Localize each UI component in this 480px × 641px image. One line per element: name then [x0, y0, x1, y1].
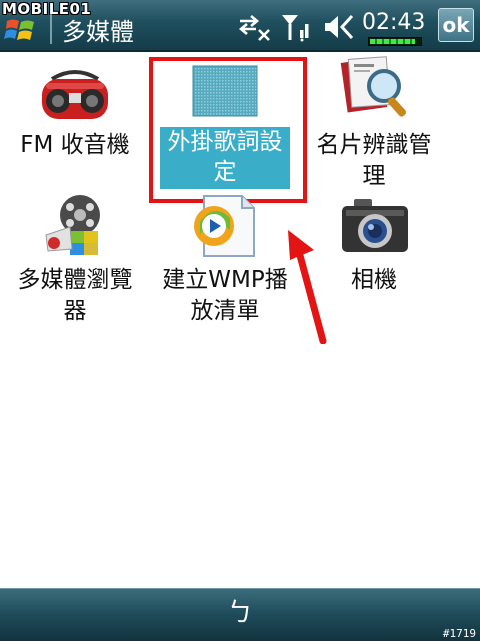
volume-icon[interactable] — [322, 12, 356, 42]
annotation-arrow — [288, 230, 327, 344]
item-business-card[interactable]: 名片辨識管 理 — [306, 130, 442, 192]
title-bar: MOBILE01 多媒體 02:43 ok — [0, 0, 480, 52]
annotation-red-box — [149, 57, 307, 203]
item-label-line2: 器 — [63, 298, 87, 324]
connectivity-icon[interactable] — [238, 12, 272, 42]
battery-indicator — [368, 37, 422, 46]
title-separator — [50, 14, 52, 44]
ok-button[interactable]: ok — [438, 8, 474, 42]
item-label-line1: 多媒體瀏覽 — [17, 267, 133, 293]
camera-icon[interactable] — [340, 197, 410, 255]
item-label-line1: 建立WMP播 — [162, 267, 288, 293]
battery-fill — [370, 39, 415, 44]
wmp-playlist-icon[interactable] — [190, 194, 260, 258]
item-label-line1: 名片辨識管 — [316, 132, 432, 158]
fm-radio-icon[interactable] — [38, 65, 112, 125]
clock[interactable]: 02:43 — [362, 10, 425, 35]
item-label: FM 收音機 — [20, 132, 130, 158]
item-create-wmp-playlist[interactable]: 建立WMP播 放清單 — [154, 265, 296, 327]
media-browser-icon[interactable] — [40, 193, 110, 259]
bottom-bar: ㄅ #1719 — [0, 588, 480, 641]
photo-id: #1719 — [442, 627, 476, 640]
page-title: 多媒體 — [62, 18, 134, 46]
item-fm-radio[interactable]: FM 收音機 — [8, 130, 142, 161]
windows-start-icon[interactable] — [4, 14, 38, 46]
item-label-line2: 理 — [362, 163, 386, 189]
item-label-line2: 放清單 — [190, 298, 260, 324]
item-media-browser[interactable]: 多媒體瀏覽 器 — [8, 265, 142, 327]
input-method-button[interactable]: ㄅ — [222, 595, 258, 631]
signal-strength-icon[interactable] — [280, 12, 310, 42]
business-card-scanner-icon[interactable] — [340, 56, 410, 122]
